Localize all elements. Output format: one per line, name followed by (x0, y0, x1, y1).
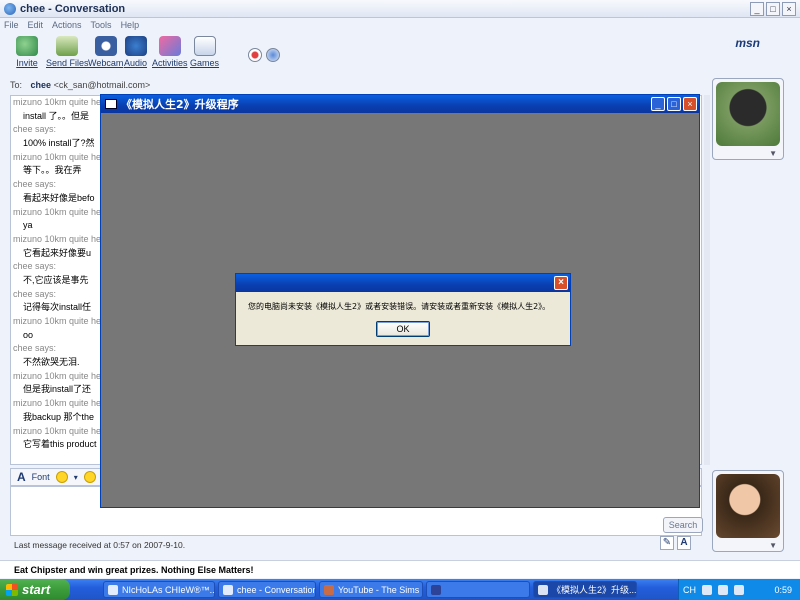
dialog-title-bar: × (236, 274, 570, 292)
activities-icon (158, 36, 181, 56)
taskbar-item-label: 《模拟人生2》升级... (552, 585, 637, 595)
my-avatar (716, 474, 780, 538)
msn-icon (223, 584, 233, 595)
start-button[interactable]: start (0, 579, 70, 600)
taskbar-item[interactable]: chee - Conversation (218, 581, 316, 598)
minimize-button[interactable]: _ (651, 97, 665, 111)
send-files-icon (56, 36, 79, 56)
menu-tools[interactable]: Tools (91, 20, 112, 30)
close-button[interactable]: × (782, 2, 796, 16)
webcam-icon (94, 36, 117, 56)
ea-icon (431, 584, 441, 595)
menu-bar: File Edit Actions Tools Help (0, 18, 800, 32)
activities-button[interactable]: Activities (152, 36, 188, 68)
tray-icon[interactable] (734, 584, 744, 595)
taskbar-item[interactable]: 《模拟人生2》升级... (533, 581, 637, 598)
close-button[interactable]: × (683, 97, 697, 111)
status-message: Last message received at 0:57 on 2007-9-… (14, 540, 186, 550)
games-icon (193, 36, 216, 56)
window-icon (538, 584, 548, 595)
menu-actions[interactable]: Actions (52, 20, 82, 30)
taskbar: start NIcHoLAs CHIeW®™... chee - Convers… (0, 579, 800, 600)
audio-button[interactable]: Audio (124, 36, 147, 68)
conversation-scrollbar[interactable] (704, 95, 710, 465)
send-files-button[interactable]: Send Files (46, 36, 89, 68)
taskbar-item[interactable]: NIcHoLAs CHIeW®™... (103, 581, 215, 598)
window-title: chee - Conversation (20, 2, 126, 15)
system-tray: CH 0:59 (678, 579, 800, 600)
menu-file[interactable]: File (4, 20, 19, 30)
tray-icon[interactable] (718, 584, 728, 595)
chevron-down-icon[interactable]: ▼ (769, 541, 777, 550)
windows-logo-icon (6, 583, 18, 596)
dialog-message: 您的电脑尚未安装《模拟人生2》或者安装错误。请安装或者重新安装《模拟人生2》。 (248, 302, 551, 311)
to-line: To: chee <ck_san@hotmail.com> (10, 80, 702, 94)
installer-title-bar: 《模拟人生2》升级程序 _ □ × (101, 95, 699, 113)
handwriting-icon[interactable]: ✎ (660, 536, 674, 550)
invite-button[interactable]: Invite (16, 36, 38, 68)
status-icons: ✎ A (660, 536, 691, 550)
activities-label: Activities (152, 58, 188, 68)
installer-title: 《模拟人生2》升级程序 (121, 98, 239, 111)
contact-display-picture[interactable]: ▼ (712, 78, 784, 160)
window-controls: _ □ × (750, 2, 796, 16)
wink-icon[interactable] (83, 471, 96, 483)
start-label: start (22, 582, 51, 597)
emoticon-dropdown-icon[interactable]: ▾ (74, 473, 78, 482)
ok-button[interactable]: OK (376, 321, 430, 337)
taskbar-item-label: chee - Conversation (237, 584, 316, 595)
advertisement-banner[interactable]: Eat Chipster and win great prizes. Nothi… (0, 560, 800, 578)
toolbar: Invite Send Files Webcam Audio Activitie… (0, 32, 800, 72)
msn-app-icon (4, 2, 16, 15)
audio-icon (124, 36, 147, 56)
msn-icon (108, 584, 118, 595)
block-icon[interactable] (248, 48, 262, 62)
send-files-label: Send Files (46, 58, 89, 68)
language-indicator[interactable]: CH (683, 585, 696, 595)
minimize-button[interactable]: _ (750, 2, 764, 16)
maximize-button[interactable]: □ (766, 2, 780, 16)
menu-help[interactable]: Help (121, 20, 140, 30)
taskbar-item-label: NIcHoLAs CHIeW®™... (122, 584, 215, 595)
dialog-close-button[interactable]: × (554, 276, 568, 290)
installer-window-controls: _ □ × (651, 97, 697, 111)
my-display-picture[interactable]: ▼ (712, 470, 784, 552)
chevron-down-icon[interactable]: ▼ (769, 149, 777, 158)
error-dialog: × 您的电脑尚未安装《模拟人生2》或者安装错误。请安装或者重新安装《模拟人生2》… (235, 273, 571, 346)
webcam-label: Webcam (88, 58, 124, 68)
taskbar-item[interactable]: YouTube - The Sims 2... (319, 581, 423, 598)
emoticon-icon[interactable] (55, 471, 68, 483)
taskbar-item-label: YouTube - The Sims 2... (338, 584, 422, 595)
msn-logo: msn (735, 36, 760, 50)
contact-avatar (716, 82, 780, 146)
font-icon[interactable]: A (17, 470, 26, 484)
menu-edit[interactable]: Edit (28, 20, 44, 30)
font-button[interactable]: Font (32, 472, 50, 482)
audio-label: Audio (124, 58, 148, 68)
quick-launch (70, 579, 100, 600)
contact-name: chee (30, 80, 52, 90)
window-icon (105, 99, 117, 109)
games-button[interactable]: Games (190, 36, 219, 68)
search-button[interactable]: Search (663, 517, 703, 533)
contact-email: <ck_san@hotmail.com> (53, 80, 151, 90)
firefox-icon (324, 584, 334, 595)
maximize-button[interactable]: □ (667, 97, 681, 111)
clock: 0:59 (774, 584, 792, 595)
games-label: Games (190, 58, 220, 68)
invite-label: Invite (16, 58, 38, 68)
options-icon[interactable] (266, 48, 280, 62)
text-mode-icon[interactable]: A (677, 536, 691, 550)
to-label: To: (10, 80, 23, 90)
msn-title-bar: chee - Conversation _ □ × (0, 0, 800, 18)
toolbar-extras (248, 48, 280, 62)
tray-icon[interactable] (702, 584, 712, 595)
taskbar-item[interactable] (426, 581, 530, 598)
webcam-button[interactable]: Webcam (88, 36, 123, 68)
invite-icon (16, 36, 38, 56)
